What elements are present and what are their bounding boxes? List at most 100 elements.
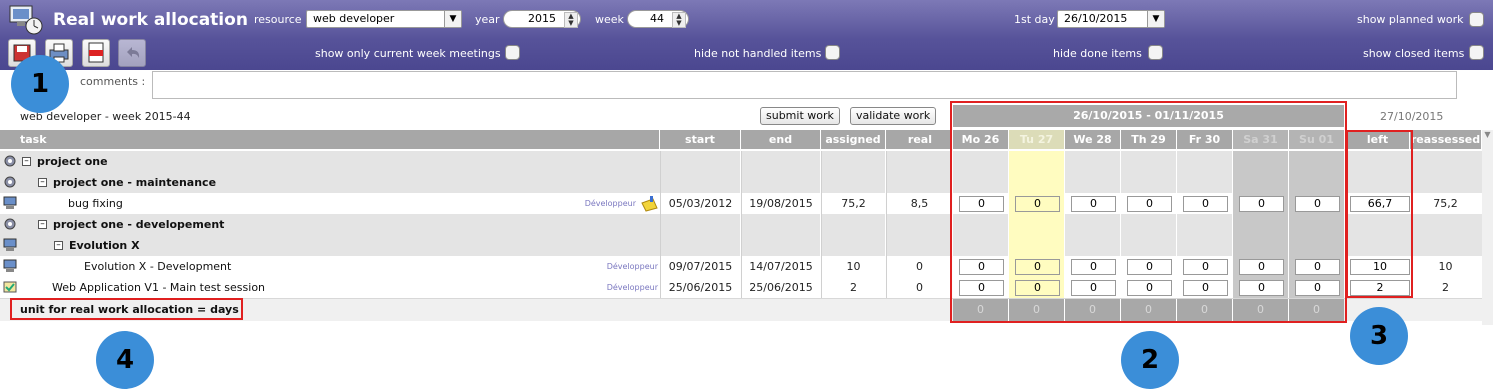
end-cell: 14/07/2015 — [741, 256, 821, 277]
first-day-date-picker[interactable]: 26/10/2015 ▼ — [1057, 10, 1165, 28]
vertical-scrollbar[interactable]: ▼ — [1482, 130, 1493, 325]
show-closed-checkbox[interactable] — [1469, 45, 1484, 60]
daily-work-highlight — [950, 101, 1347, 323]
computer-icon[interactable] — [3, 259, 17, 272]
resource-label: resource — [254, 13, 302, 26]
resource-role: Développeur — [584, 199, 636, 208]
week-label: week — [595, 13, 624, 26]
task-name[interactable]: bug fixing — [68, 197, 123, 210]
resource-role: Développeur — [606, 262, 658, 271]
project-name: project one - developement — [53, 218, 225, 231]
start-cell: 05/03/2012 — [660, 193, 741, 214]
spinner-arrows-icon[interactable]: ▲ ▼ — [672, 12, 686, 28]
assigned-cell — [821, 235, 886, 256]
show-planned-work-checkbox[interactable] — [1469, 12, 1484, 27]
collapse-toggle-icon[interactable]: – — [54, 241, 63, 250]
week-spinner[interactable]: 44 ▲ ▼ — [627, 10, 689, 28]
show-planned-work-label: show planned work — [1357, 13, 1464, 26]
today-date: 27/10/2015 — [1380, 110, 1444, 123]
end-cell: 19/08/2015 — [741, 193, 821, 214]
note-icon[interactable] — [640, 195, 658, 215]
real-cell — [886, 151, 953, 172]
gear-icon[interactable] — [3, 175, 17, 188]
chevron-down-icon[interactable]: ▼ — [1147, 11, 1164, 27]
real-cell: 8,5 — [886, 193, 953, 214]
reassessed-cell: 75,2 — [1410, 193, 1482, 214]
project-name: project one — [37, 155, 108, 168]
left-column-highlight — [1346, 130, 1413, 298]
real-work-app-icon — [9, 5, 43, 35]
column-header-end[interactable]: end — [741, 130, 821, 149]
page-title: Real work allocation — [53, 10, 248, 30]
computer-icon[interactable] — [3, 196, 17, 209]
start-cell — [660, 235, 741, 256]
real-cell — [886, 172, 953, 193]
assigned-cell: 10 — [821, 256, 886, 277]
column-header-start[interactable]: start — [660, 130, 741, 149]
task-name[interactable]: Web Application V1 - Main test session — [52, 281, 265, 294]
hide-done-label: hide done items — [1053, 47, 1142, 60]
end-cell — [741, 172, 821, 193]
gear-icon[interactable] — [3, 217, 17, 230]
pdf-button[interactable] — [82, 39, 110, 67]
comments-label: comments : — [80, 75, 146, 88]
hide-not-handled-checkbox[interactable] — [825, 45, 840, 60]
reassessed-cell: 2 — [1410, 277, 1482, 298]
assigned-cell — [821, 214, 886, 235]
hide-done-checkbox[interactable] — [1148, 45, 1163, 60]
start-cell — [660, 151, 741, 172]
task-name[interactable]: Evolution X - Development — [84, 260, 231, 273]
year-label: year — [475, 13, 500, 26]
callout-4: 4 — [96, 331, 154, 389]
activity-name: Evolution X — [69, 239, 140, 252]
end-cell — [741, 151, 821, 172]
callout-3: 3 — [1350, 307, 1408, 365]
column-header-reassessed[interactable]: reassessed — [1410, 130, 1482, 149]
top-bar: Real work allocation resource web develo… — [0, 0, 1493, 70]
assigned-cell: 2 — [821, 277, 886, 298]
spinner-arrows-icon[interactable]: ▲ ▼ — [564, 12, 578, 28]
collapse-toggle-icon[interactable]: – — [22, 157, 31, 166]
week-value: 44 — [650, 12, 664, 25]
test-icon[interactable] — [3, 280, 17, 293]
year-spinner[interactable]: 2015 ▲ ▼ — [503, 10, 581, 28]
real-cell: 0 — [886, 256, 953, 277]
resource-select[interactable]: web developer ▼ — [306, 10, 462, 28]
column-header-task[interactable]: task — [0, 130, 660, 149]
end-cell: 25/06/2015 — [741, 277, 821, 298]
comments-input[interactable] — [152, 71, 1457, 99]
first-day-value: 26/10/2015 — [1064, 12, 1128, 25]
callout-2: 2 — [1121, 331, 1179, 389]
year-value: 2015 — [528, 12, 556, 25]
chevron-down-icon[interactable]: ▼ — [444, 11, 461, 27]
first-day-label: 1st day — [1014, 13, 1055, 26]
resource-value: web developer — [313, 12, 395, 25]
submit-work-button[interactable]: submit work — [760, 107, 840, 125]
current-week-meetings-label: show only current week meetings — [315, 47, 501, 60]
computer-icon[interactable] — [3, 238, 17, 251]
assigned-cell: 75,2 — [821, 193, 886, 214]
project-name: project one - maintenance — [53, 176, 217, 189]
column-header-assigned[interactable]: assigned — [821, 130, 886, 149]
assigned-cell — [821, 172, 886, 193]
resource-role: Développeur — [606, 283, 658, 292]
undo-button[interactable] — [118, 39, 146, 67]
pdf-icon — [88, 42, 104, 63]
hide-not-handled-label: hide not handled items — [694, 47, 822, 60]
real-cell — [886, 235, 953, 256]
current-week-meetings-checkbox[interactable] — [505, 45, 520, 60]
column-header-real[interactable]: real — [886, 130, 953, 149]
collapse-toggle-icon[interactable]: – — [38, 220, 47, 229]
gear-icon[interactable] — [3, 154, 17, 167]
undo-icon — [127, 47, 140, 58]
show-closed-label: show closed items — [1363, 47, 1465, 60]
assigned-cell — [821, 151, 886, 172]
collapse-toggle-icon[interactable]: – — [38, 178, 47, 187]
real-cell — [886, 214, 953, 235]
end-cell — [741, 214, 821, 235]
start-cell — [660, 214, 741, 235]
scroll-down-icon[interactable]: ▼ — [1482, 130, 1493, 139]
end-cell — [741, 235, 821, 256]
validate-work-button[interactable]: validate work — [850, 107, 937, 125]
start-cell: 09/07/2015 — [660, 256, 741, 277]
